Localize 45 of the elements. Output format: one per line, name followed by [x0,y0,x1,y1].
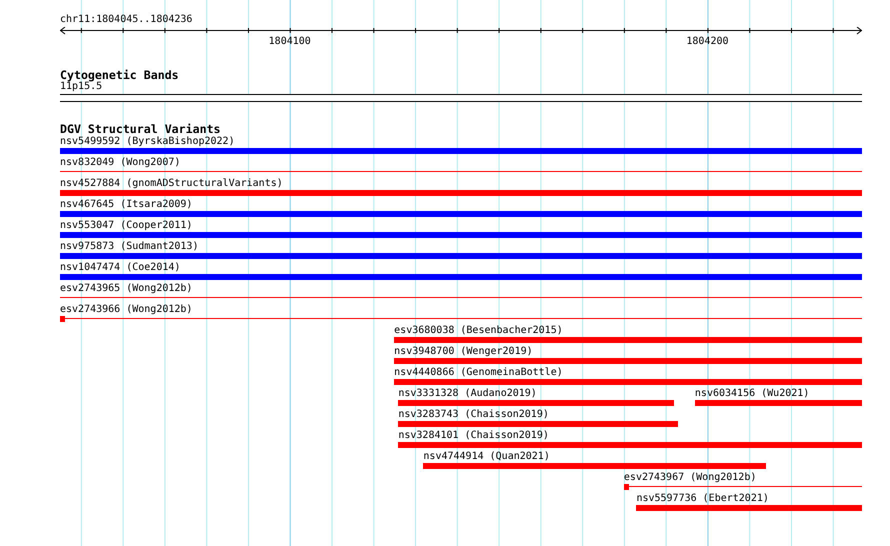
variant-label[interactable]: nsv553047 (Cooper2011) [60,220,192,231]
variant-bar[interactable] [398,400,674,406]
variant-label[interactable]: esv2743965 (Wong2012b) [60,283,192,294]
variant-label[interactable]: nsv3283743 (Chaisson2019) [398,409,549,420]
variant-line[interactable] [60,297,862,298]
variant-label[interactable]: nsv5499592 (ByrskaBishop2022) [60,136,235,147]
position-label: 1804100 [268,36,311,47]
variant-bar[interactable] [60,211,862,217]
variant-marker[interactable] [60,316,65,322]
variant-line[interactable] [65,318,862,319]
variant-label[interactable]: nsv3331328 (Audano2019) [398,388,537,399]
variant-bar[interactable] [394,358,862,364]
variant-bar[interactable] [60,148,862,154]
variant-label[interactable]: nsv4440866 (GenomeinaBottle) [394,367,563,378]
variant-bar[interactable] [394,379,862,385]
variant-label[interactable]: esv2743967 (Wong2012b) [624,472,756,483]
variant-label[interactable]: nsv832049 (Wong2007) [60,157,180,168]
track-title: DGV Structural Variants [60,123,221,135]
variant-marker[interactable] [624,484,629,490]
variant-label[interactable]: nsv3948700 (Wenger2019) [394,346,533,357]
variant-bar[interactable] [60,253,862,259]
variant-line[interactable] [60,171,862,172]
variant-bar[interactable] [398,442,862,448]
variant-bar[interactable] [636,505,862,511]
variant-label[interactable]: nsv6034156 (Wu2021) [694,388,810,399]
band-label: 11p15.5 [60,81,102,93]
variant-label[interactable]: nsv975873 (Sudmant2013) [60,241,198,252]
variant-label[interactable]: esv3680038 (Besenbacher2015) [394,325,563,336]
variant-label[interactable]: nsv4527884 (gnomADStructuralVariants) [60,178,283,189]
variant-label[interactable]: nsv467645 (Itsara2009) [60,199,192,210]
variant-bar[interactable] [60,274,862,280]
variant-bar[interactable] [394,337,862,343]
position-label: 1804200 [686,36,729,47]
variant-label[interactable]: nsv3284101 (Chaisson2019) [398,430,549,441]
variant-label[interactable]: nsv1047474 (Coe2014) [60,262,180,273]
variant-bar[interactable] [694,400,862,406]
variant-bar[interactable] [423,463,766,469]
location-label: chr11:1804045..1804236 [60,13,192,26]
variant-bar[interactable] [60,232,862,238]
variant-label[interactable]: nsv4744914 (Quan2021) [423,451,550,462]
variant-label[interactable]: esv2743966 (Wong2012b) [60,304,192,315]
variant-bar[interactable] [398,421,678,427]
variant-bar[interactable] [60,190,862,196]
track-title: Cytogenetic Bands [60,69,179,81]
variant-label[interactable]: nsv5597736 (Ebert2021) [636,493,769,504]
